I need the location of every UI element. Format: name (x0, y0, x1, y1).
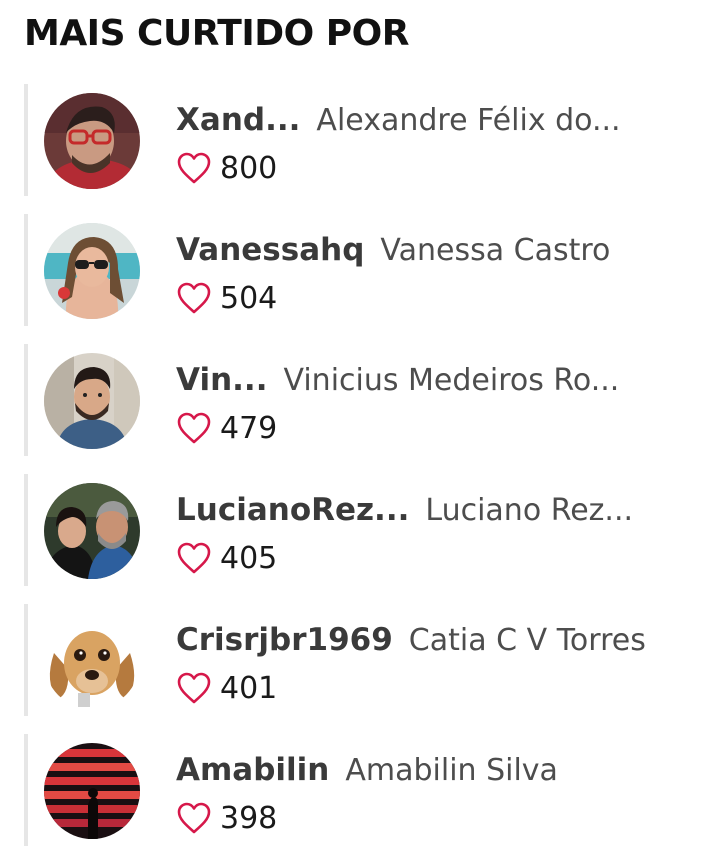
user-names: LucianoRez... Luciano Rez... (176, 488, 696, 532)
likes: 405 (176, 538, 277, 578)
likes: 479 (176, 408, 277, 448)
heart-icon (177, 542, 211, 574)
user-names: Xand... Alexandre Félix do... (176, 98, 696, 142)
list-item[interactable]: LucianoRez... Luciano Rez... 405 (0, 474, 720, 586)
full-name: Vinicius Medeiros Ro... (283, 363, 620, 398)
heart-icon (177, 412, 211, 444)
full-name: Vanessa Castro (380, 233, 611, 268)
item-divider-bar (24, 734, 28, 846)
likes: 398 (176, 798, 277, 838)
avatar[interactable] (44, 353, 140, 449)
list-item[interactable]: Vanessahq Vanessa Castro 504 (0, 214, 720, 326)
avatar-photo (44, 353, 140, 449)
username[interactable]: Vin... (176, 362, 267, 398)
username[interactable]: LucianoRez... (176, 492, 409, 528)
liked-by-list: Xand... Alexandre Félix do... 800 Vaness… (0, 84, 720, 864)
full-name: Alexandre Félix do... (316, 103, 621, 138)
full-name: Amabilin Silva (345, 753, 558, 788)
full-name: Luciano Rez... (425, 493, 634, 528)
item-divider-bar (24, 344, 28, 456)
likes: 504 (176, 278, 277, 318)
likes: 401 (176, 668, 277, 708)
item-divider-bar (24, 474, 28, 586)
username[interactable]: Crisrjbr1969 (176, 622, 393, 658)
avatar[interactable] (44, 223, 140, 319)
avatar[interactable] (44, 93, 140, 189)
user-names: Vanessahq Vanessa Castro (176, 228, 696, 272)
likes: 800 (176, 148, 277, 188)
avatar[interactable] (44, 483, 140, 579)
likes-count: 479 (220, 410, 278, 446)
heart-icon (177, 152, 211, 184)
list-item[interactable]: Amabilin Amabilin Silva 398 (0, 734, 720, 846)
likes-count: 800 (220, 150, 278, 186)
full-name: Catia C V Torres (408, 623, 646, 658)
likes-count: 405 (220, 540, 278, 576)
avatar[interactable] (44, 743, 140, 839)
list-item[interactable]: Vin... Vinicius Medeiros Ro... 479 (0, 344, 720, 456)
likes-count: 398 (220, 800, 278, 836)
likes-count: 504 (220, 280, 278, 316)
avatar-photo (44, 223, 140, 319)
heart-icon (177, 802, 211, 834)
likes-count: 401 (220, 670, 278, 706)
heart-icon (177, 282, 211, 314)
avatar-photo (44, 483, 140, 579)
username[interactable]: Amabilin (176, 752, 329, 788)
username[interactable]: Vanessahq (176, 232, 364, 268)
heart-icon (177, 672, 211, 704)
user-names: Crisrjbr1969 Catia C V Torres (176, 618, 696, 662)
section-title: MAIS CURTIDO POR (24, 13, 409, 54)
list-item[interactable]: Crisrjbr1969 Catia C V Torres 401 (0, 604, 720, 716)
avatar-photo (44, 93, 140, 189)
item-divider-bar (24, 214, 28, 326)
list-item[interactable]: Xand... Alexandre Félix do... 800 (0, 84, 720, 196)
item-divider-bar (24, 84, 28, 196)
user-names: Vin... Vinicius Medeiros Ro... (176, 358, 696, 402)
item-divider-bar (24, 604, 28, 716)
username[interactable]: Xand... (176, 102, 300, 138)
avatar[interactable] (44, 613, 140, 709)
avatar-photo (44, 613, 140, 709)
avatar-photo (44, 743, 140, 839)
user-names: Amabilin Amabilin Silva (176, 748, 696, 792)
